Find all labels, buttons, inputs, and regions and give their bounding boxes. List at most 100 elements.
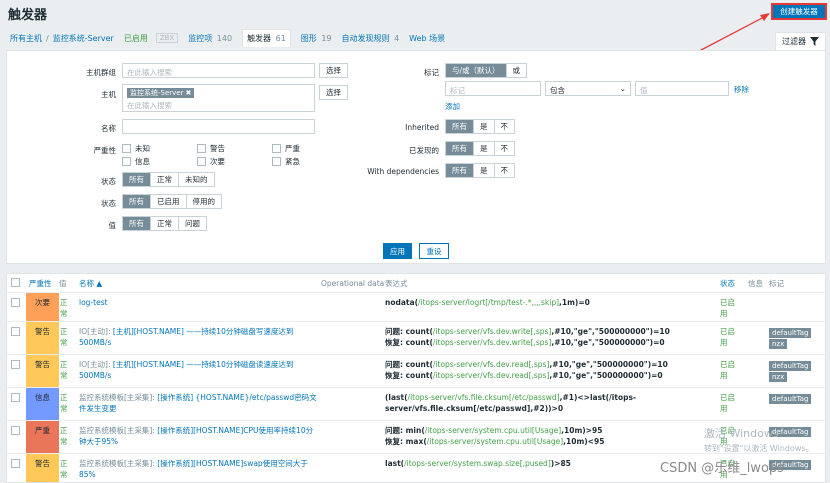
trigger-name[interactable]: IO[主动]: [主机][HOST.NAME] ——持续10分钟磁盘写速度达到5… xyxy=(79,326,317,348)
trigger-status[interactable]: 已启用 xyxy=(720,359,740,381)
discovered-segmented: 所有 是 不 xyxy=(445,141,515,156)
tag-operator-select[interactable]: 包含 ⌄ xyxy=(545,81,631,96)
deps-no[interactable]: 不 xyxy=(494,164,514,177)
severity-badge: 警告 xyxy=(26,454,59,482)
host-group-label: 主机群组 xyxy=(86,68,116,77)
value-all[interactable]: 所有 xyxy=(123,217,151,230)
remove-tag-icon[interactable]: ✖ xyxy=(185,89,191,97)
windows-watermark: 激活 Windows xyxy=(704,427,779,440)
apply-button[interactable]: 应用 xyxy=(383,243,412,259)
filter-tab[interactable]: 过滤器 xyxy=(775,32,826,50)
zbx-availability-badge: ZBX xyxy=(155,33,179,43)
deps-yes[interactable]: 是 xyxy=(474,164,495,177)
tab-web-scenarios[interactable]: Web 场景 xyxy=(409,33,445,44)
table-row: 信息 正常 监控系统模板[主采集]: [操作系统] {HOST.NAME}/etc/… xyxy=(7,387,825,420)
inherited-yes[interactable]: 是 xyxy=(474,120,495,133)
value-ok[interactable]: 正常 xyxy=(151,217,179,230)
deps-all[interactable]: 所有 xyxy=(446,164,474,177)
host-status[interactable]: 已启用 xyxy=(124,33,148,44)
row-checkbox[interactable] xyxy=(11,459,20,468)
col-severity[interactable]: 严重性 xyxy=(29,274,52,292)
col-status[interactable]: 状态 xyxy=(720,274,735,292)
trigger-name[interactable]: log-test xyxy=(79,297,317,308)
host-group-input[interactable]: 在此输入搜索 xyxy=(122,63,315,78)
trigger-name[interactable]: 监控系统模板[主采集]: [操作系统][HOST.NAME]CPU使用率持续10… xyxy=(79,425,317,447)
trigger-status[interactable]: 已启用 xyxy=(720,326,740,348)
name-label: 名称 xyxy=(101,124,116,133)
trigger-name[interactable]: 监控系统模板[主采集]: [操作系统][HOST.NAME]swap使用空间大于… xyxy=(79,458,317,480)
tab-triggers[interactable]: 触发器 61 xyxy=(242,29,291,47)
table-row: 次要 正常 log-test nodata(/itops-server/logrt[/… xyxy=(7,292,825,321)
trigger-status[interactable]: 已启用 xyxy=(720,297,740,319)
status-label: 状态 xyxy=(101,199,116,208)
severity-badge: 警告 xyxy=(26,322,59,354)
status-all[interactable]: 所有 xyxy=(123,195,151,208)
name-input[interactable] xyxy=(122,119,315,134)
discovered-all[interactable]: 所有 xyxy=(446,142,474,155)
tab-items[interactable]: 监控项 140 xyxy=(188,33,232,44)
tag-name-input[interactable]: 标记 xyxy=(445,81,541,96)
row-checkbox[interactable] xyxy=(11,298,20,307)
remove-tag-link[interactable]: 移除 xyxy=(734,84,749,95)
breadcrumb-host[interactable]: 监控系统-Server xyxy=(53,33,114,44)
tags-mode-segmented: 与/或（默认） 或 xyxy=(445,63,528,78)
value-problem[interactable]: 问题 xyxy=(179,217,206,230)
windows-watermark-sub: 转到"设置"以激活 Windows。 xyxy=(704,444,814,453)
col-operational-data: Operational data xyxy=(321,278,385,288)
severity-disaster-checkbox[interactable]: 紧急 xyxy=(272,156,300,167)
row-checkbox[interactable] xyxy=(11,327,20,336)
trigger-name[interactable]: 监控系统模板[主采集]: [操作系统] {HOST.NAME}/etc/pass… xyxy=(79,392,317,414)
severity-minor-checkbox[interactable]: 次要 xyxy=(197,156,225,167)
trigger-status[interactable]: 已启用 xyxy=(720,392,740,414)
trigger-expression: (last(/itops-server/vfs.file.cksum[/etc/… xyxy=(385,393,637,413)
discovered-no[interactable]: 不 xyxy=(494,142,514,155)
status-disabled[interactable]: 停用的 xyxy=(186,195,221,208)
tag-badge[interactable]: defaultTag xyxy=(769,394,812,404)
state-all[interactable]: 所有 xyxy=(123,173,151,186)
row-checkbox[interactable] xyxy=(11,426,20,435)
severity-unknown-checkbox[interactable]: 未知 xyxy=(122,143,150,154)
select-all-checkbox[interactable] xyxy=(11,278,20,287)
host-select-button[interactable]: 选择 xyxy=(319,85,348,100)
inherited-no[interactable]: 不 xyxy=(494,120,514,133)
breadcrumb-all-hosts[interactable]: 所有主机 xyxy=(10,33,42,44)
host-group-select-button[interactable]: 选择 xyxy=(319,63,348,78)
chevron-down-icon: ⌄ xyxy=(619,84,626,93)
tags-mode-or[interactable]: 或 xyxy=(506,64,527,77)
trigger-name[interactable]: IO[主动]: [主机][HOST.NAME] ——持续10分钟磁盘读速度达到5… xyxy=(79,359,317,381)
tab-graphs[interactable]: 图形 19 xyxy=(301,33,332,44)
page-title: 触发器 xyxy=(8,8,48,23)
severity-info-checkbox[interactable]: 信息 xyxy=(122,156,150,167)
severity-badge: 严重 xyxy=(26,421,59,453)
row-checkbox[interactable] xyxy=(11,393,20,402)
state-label: 状态 xyxy=(101,177,116,186)
col-value: 值 xyxy=(59,278,67,288)
state-normal[interactable]: 正常 xyxy=(151,173,179,186)
tab-discovery-rules[interactable]: 自动发现规则 4 xyxy=(342,33,400,44)
discovered-yes[interactable]: 是 xyxy=(474,142,495,155)
severity-warning-checkbox[interactable]: 警告 xyxy=(197,143,225,154)
col-name[interactable]: 名称 ▲ xyxy=(79,274,102,292)
value-segmented: 所有 正常 问题 xyxy=(122,216,207,231)
tag-badge[interactable]: defaultTag xyxy=(769,361,812,371)
add-tag-link[interactable]: 添加 xyxy=(445,101,460,112)
state-unknown[interactable]: 未知的 xyxy=(179,173,214,186)
trigger-value: 正常 xyxy=(60,298,68,318)
row-checkbox[interactable] xyxy=(11,360,20,369)
severity-badge: 信息 xyxy=(26,388,59,420)
host-tag-label: 监控系统-Server xyxy=(130,89,184,97)
severity-average-checkbox[interactable]: 严重 xyxy=(272,143,300,154)
create-trigger-button[interactable]: 创建触发器 xyxy=(771,3,827,20)
inherited-all[interactable]: 所有 xyxy=(446,120,474,133)
tag-value-input[interactable]: 值 xyxy=(635,81,729,96)
tag-badge[interactable]: nzx xyxy=(769,372,788,382)
host-input[interactable]: 监控系统-Server ✖ 在此输入搜索 xyxy=(122,84,315,112)
status-enabled[interactable]: 已启用 xyxy=(151,195,187,208)
tags-mode-and-or[interactable]: 与/或（默认） xyxy=(446,64,507,77)
trigger-value: 正常 xyxy=(60,459,68,479)
status-segmented: 所有 已启用 停用的 xyxy=(122,194,222,209)
reset-button[interactable]: 重设 xyxy=(419,243,449,259)
tag-badge[interactable]: nzx xyxy=(769,339,788,349)
tag-badge[interactable]: defaultTag xyxy=(769,328,812,338)
table-row: 警告 正常 IO[主动]: [主机][HOST.NAME] ——持续10分钟磁盘读速… xyxy=(7,354,825,387)
